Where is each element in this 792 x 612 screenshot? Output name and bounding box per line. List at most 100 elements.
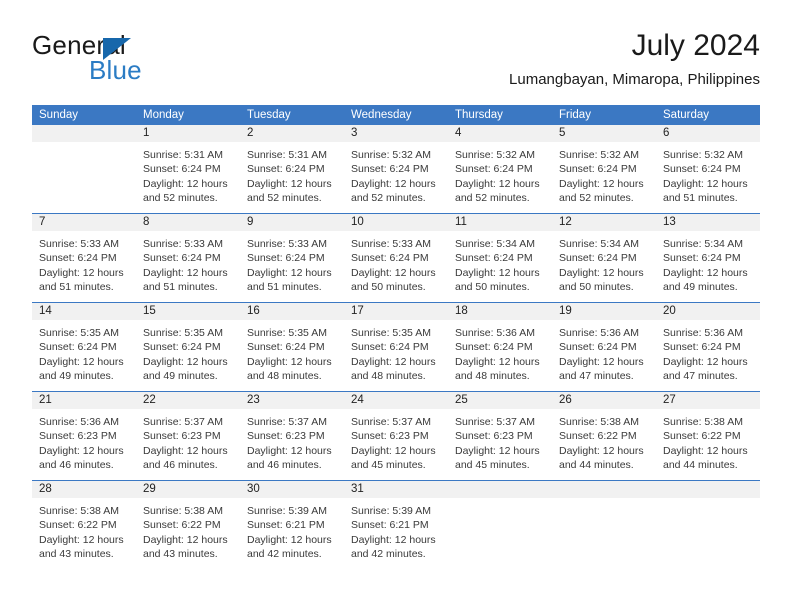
sunset-text: Sunset: 6:24 PM	[455, 252, 533, 265]
page-subtitle: Lumangbayan, Mimaropa, Philippines	[509, 71, 760, 88]
calendar-day-cell[interactable]: 7 Sunrise: 5:33 AM Sunset: 6:24 PM Daylight…	[32, 214, 136, 302]
sunrise-text: Sunrise: 5:38 AM	[39, 505, 119, 517]
day-details: Sunrise: 5:39 AM Sunset: 6:21 PM Daylight:…	[344, 498, 448, 562]
day-number: 5	[552, 125, 656, 142]
daylight-text-line2: and 48 minutes.	[351, 370, 426, 383]
calendar-day-cell[interactable]: 19 Sunrise: 5:36 AM Sunset: 6:24 PM Dayligh…	[552, 303, 656, 391]
calendar-day-cell[interactable]: 6 Sunrise: 5:32 AM Sunset: 6:24 PM Daylight…	[656, 125, 760, 213]
calendar-day-cell[interactable]: 30 Sunrise: 5:39 AM Sunset: 6:21 PM Dayligh…	[240, 481, 344, 570]
daylight-text-line2: and 43 minutes.	[39, 548, 114, 561]
daylight-text-line1: Daylight: 12 hours	[559, 355, 644, 368]
sunset-text: Sunset: 6:23 PM	[247, 430, 325, 443]
calendar-day-cell[interactable]: 14 Sunrise: 5:35 AM Sunset: 6:24 PM Dayligh…	[32, 303, 136, 391]
calendar-day-cell[interactable]: 2 Sunrise: 5:31 AM Sunset: 6:24 PM Daylight…	[240, 125, 344, 213]
calendar-day-cell[interactable]: 8 Sunrise: 5:33 AM Sunset: 6:24 PM Daylight…	[136, 214, 240, 302]
day-details: Sunrise: 5:32 AM Sunset: 6:24 PM Daylight:…	[552, 142, 656, 206]
sunrise-text: Sunrise: 5:32 AM	[351, 149, 431, 161]
day-details: Sunrise: 5:38 AM Sunset: 6:22 PM Daylight:…	[136, 498, 240, 562]
sunset-text: Sunset: 6:21 PM	[351, 519, 429, 532]
daylight-text-line1: Daylight: 12 hours	[247, 266, 332, 279]
calendar-day-cell[interactable]: 29 Sunrise: 5:38 AM Sunset: 6:22 PM Dayligh…	[136, 481, 240, 570]
calendar-day-cell[interactable]: 9 Sunrise: 5:33 AM Sunset: 6:24 PM Daylight…	[240, 214, 344, 302]
day-details: Sunrise: 5:37 AM Sunset: 6:23 PM Daylight:…	[448, 409, 552, 473]
sunset-text: Sunset: 6:24 PM	[455, 341, 533, 354]
calendar-day-cell[interactable]: 11 Sunrise: 5:34 AM Sunset: 6:24 PM Dayligh…	[448, 214, 552, 302]
sunset-text: Sunset: 6:24 PM	[143, 163, 221, 176]
sunrise-text: Sunrise: 5:32 AM	[455, 149, 535, 161]
sunset-text: Sunset: 6:24 PM	[39, 252, 117, 265]
sunrise-text: Sunrise: 5:37 AM	[351, 416, 431, 428]
sunrise-text: Sunrise: 5:33 AM	[39, 238, 119, 250]
weeks-container: 1 Sunrise: 5:31 AM Sunset: 6:24 PM Daylight…	[32, 125, 760, 570]
day-number	[552, 481, 656, 498]
sunrise-text: Sunrise: 5:33 AM	[351, 238, 431, 250]
calendar-day-cell[interactable]: 22 Sunrise: 5:37 AM Sunset: 6:23 PM Dayligh…	[136, 392, 240, 480]
sunset-text: Sunset: 6:23 PM	[455, 430, 533, 443]
weekday-header-row: Sunday Monday Tuesday Wednesday Thursday…	[32, 105, 760, 125]
calendar-day-cell[interactable]: 16 Sunrise: 5:35 AM Sunset: 6:24 PM Dayligh…	[240, 303, 344, 391]
day-details: Sunrise: 5:31 AM Sunset: 6:24 PM Daylight:…	[136, 142, 240, 206]
sunset-text: Sunset: 6:24 PM	[247, 163, 325, 176]
daylight-text-line2: and 48 minutes.	[455, 370, 530, 383]
calendar-day-cell[interactable]: 20 Sunrise: 5:36 AM Sunset: 6:24 PM Dayligh…	[656, 303, 760, 391]
calendar-day-cell[interactable]: 17 Sunrise: 5:35 AM Sunset: 6:24 PM Dayligh…	[344, 303, 448, 391]
day-details: Sunrise: 5:35 AM Sunset: 6:24 PM Daylight:…	[32, 320, 136, 384]
calendar-day-cell[interactable]: 25 Sunrise: 5:37 AM Sunset: 6:23 PM Dayligh…	[448, 392, 552, 480]
weekday-saturday: Saturday	[663, 109, 710, 121]
sunrise-text: Sunrise: 5:37 AM	[143, 416, 223, 428]
calendar-day-cell[interactable]: 13 Sunrise: 5:34 AM Sunset: 6:24 PM Dayligh…	[656, 214, 760, 302]
sunrise-text: Sunrise: 5:35 AM	[351, 327, 431, 339]
sunrise-text: Sunrise: 5:38 AM	[143, 505, 223, 517]
calendar-day-cell[interactable]: 5 Sunrise: 5:32 AM Sunset: 6:24 PM Daylight…	[552, 125, 656, 213]
day-number: 7	[32, 214, 136, 231]
sunrise-text: Sunrise: 5:36 AM	[39, 416, 119, 428]
sunrise-text: Sunrise: 5:39 AM	[351, 505, 431, 517]
day-details: Sunrise: 5:32 AM Sunset: 6:24 PM Daylight:…	[344, 142, 448, 206]
weekday-wednesday: Wednesday	[351, 109, 412, 121]
calendar-day-cell[interactable]: 21 Sunrise: 5:36 AM Sunset: 6:23 PM Dayligh…	[32, 392, 136, 480]
calendar-day-cell[interactable]: 27 Sunrise: 5:38 AM Sunset: 6:22 PM Dayligh…	[656, 392, 760, 480]
calendar-day-cell[interactable]: 28 Sunrise: 5:38 AM Sunset: 6:22 PM Dayligh…	[32, 481, 136, 570]
day-details: Sunrise: 5:33 AM Sunset: 6:24 PM Daylight:…	[344, 231, 448, 295]
sunrise-text: Sunrise: 5:34 AM	[663, 238, 743, 250]
daylight-text-line2: and 50 minutes.	[559, 281, 634, 294]
calendar-day-cell[interactable]: 4 Sunrise: 5:32 AM Sunset: 6:24 PM Daylight…	[448, 125, 552, 213]
day-details: Sunrise: 5:32 AM Sunset: 6:24 PM Daylight:…	[656, 142, 760, 206]
calendar-day-cell[interactable]: 18 Sunrise: 5:36 AM Sunset: 6:24 PM Dayligh…	[448, 303, 552, 391]
daylight-text-line1: Daylight: 12 hours	[247, 355, 332, 368]
sunrise-text: Sunrise: 5:34 AM	[455, 238, 535, 250]
calendar-day-cell-empty	[656, 481, 760, 570]
day-details: Sunrise: 5:38 AM Sunset: 6:22 PM Daylight:…	[656, 409, 760, 473]
daylight-text-line1: Daylight: 12 hours	[455, 266, 540, 279]
calendar-day-cell[interactable]: 1 Sunrise: 5:31 AM Sunset: 6:24 PM Daylight…	[136, 125, 240, 213]
daylight-text-line1: Daylight: 12 hours	[39, 533, 124, 546]
calendar-day-cell[interactable]: 24 Sunrise: 5:37 AM Sunset: 6:23 PM Dayligh…	[344, 392, 448, 480]
daylight-text-line2: and 45 minutes.	[455, 459, 530, 472]
day-number: 31	[344, 481, 448, 498]
brand-logo[interactable]: General Blue	[32, 30, 242, 90]
day-details: Sunrise: 5:33 AM Sunset: 6:24 PM Daylight:…	[240, 231, 344, 295]
calendar-day-cell[interactable]: 12 Sunrise: 5:34 AM Sunset: 6:24 PM Dayligh…	[552, 214, 656, 302]
day-details: Sunrise: 5:36 AM Sunset: 6:24 PM Daylight:…	[656, 320, 760, 384]
sunset-text: Sunset: 6:24 PM	[351, 163, 429, 176]
calendar-day-cell[interactable]: 3 Sunrise: 5:32 AM Sunset: 6:24 PM Daylight…	[344, 125, 448, 213]
day-details: Sunrise: 5:36 AM Sunset: 6:24 PM Daylight:…	[552, 320, 656, 384]
sunset-text: Sunset: 6:24 PM	[143, 341, 221, 354]
daylight-text-line2: and 49 minutes.	[663, 281, 738, 294]
calendar-day-cell[interactable]: 26 Sunrise: 5:38 AM Sunset: 6:22 PM Dayligh…	[552, 392, 656, 480]
weekday-tuesday: Tuesday	[247, 109, 291, 121]
daylight-text-line2: and 52 minutes.	[455, 192, 530, 205]
day-number: 30	[240, 481, 344, 498]
sunset-text: Sunset: 6:24 PM	[351, 252, 429, 265]
calendar-day-cell[interactable]: 23 Sunrise: 5:37 AM Sunset: 6:23 PM Dayligh…	[240, 392, 344, 480]
calendar-day-cell[interactable]: 31 Sunrise: 5:39 AM Sunset: 6:21 PM Dayligh…	[344, 481, 448, 570]
day-number: 1	[136, 125, 240, 142]
calendar-day-cell[interactable]: 10 Sunrise: 5:33 AM Sunset: 6:24 PM Dayligh…	[344, 214, 448, 302]
page-title: July 2024	[631, 29, 760, 62]
daylight-text-line2: and 49 minutes.	[39, 370, 114, 383]
daylight-text-line2: and 43 minutes.	[143, 548, 218, 561]
day-details: Sunrise: 5:36 AM Sunset: 6:23 PM Daylight:…	[32, 409, 136, 473]
daylight-text-line1: Daylight: 12 hours	[247, 444, 332, 457]
calendar-day-cell[interactable]: 15 Sunrise: 5:35 AM Sunset: 6:24 PM Dayligh…	[136, 303, 240, 391]
daylight-text-line1: Daylight: 12 hours	[143, 177, 228, 190]
